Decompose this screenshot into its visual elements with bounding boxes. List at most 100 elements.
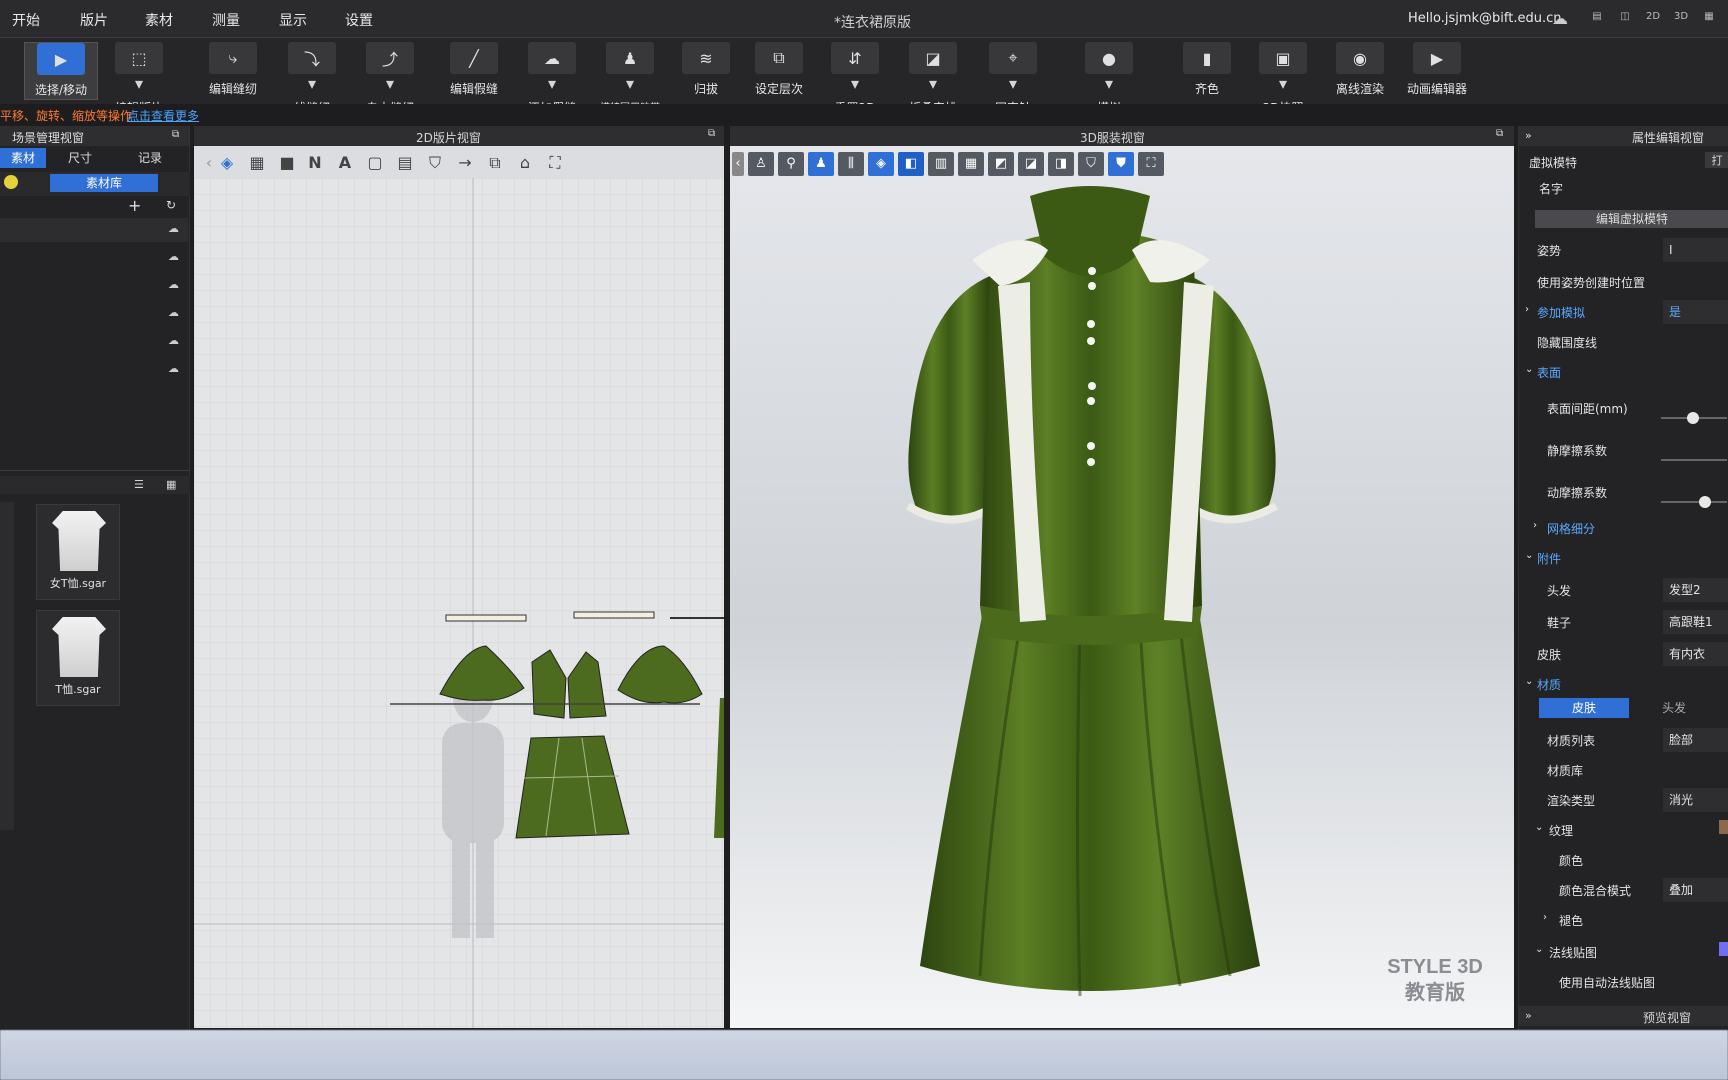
toolbar-tool-2[interactable]: ⤷ 编辑缝纫: [196, 42, 270, 100]
fill-icon[interactable]: ■: [276, 152, 298, 174]
avatar-display-icon[interactable]: ♙: [748, 152, 774, 176]
tip-link[interactable]: 点击查看更多: [127, 107, 199, 124]
chevron-down-icon[interactable]: ▾: [626, 74, 634, 93]
shade-alt-icon[interactable]: ◪: [1018, 152, 1044, 176]
layout-split-icon[interactable]: ◫: [1616, 11, 1634, 27]
layout-2d-button[interactable]: 2D: [1644, 11, 1662, 27]
simulate-field[interactable]: 是: [1663, 300, 1728, 324]
toolbar-tool-12[interactable]: ⌖▾固定针: [976, 42, 1050, 115]
pose-field[interactable]: I: [1663, 238, 1728, 262]
cloud-icon[interactable]: ☁: [1552, 9, 1568, 28]
shade-icon[interactable]: ◩: [988, 152, 1014, 176]
menu-start[interactable]: 开始: [12, 10, 40, 30]
tab-hair[interactable]: 头发: [1629, 698, 1719, 718]
restore-icon[interactable]: ⧉: [1496, 128, 1503, 139]
cloud-icon[interactable]: ☁: [168, 334, 179, 347]
chevron-down-icon[interactable]: ⌄: [1525, 364, 1533, 375]
slider-knob[interactable]: [1687, 412, 1699, 424]
surface-distance-slider[interactable]: [1661, 412, 1727, 424]
pattern-2d-view[interactable]: 2D版片视窗 ⧉ ‹ ◈ ▦ ■ N A ▢ ▤ ⛉ → ⧉ ⌂ ⛶: [194, 126, 724, 1028]
user-email[interactable]: Hello.jsjmk@bift.edu.cn: [1408, 11, 1562, 26]
shoes-field[interactable]: 高跟鞋1: [1663, 610, 1728, 634]
toolbar-tool-14[interactable]: ▮ 齐色: [1170, 42, 1244, 100]
toolbar-tool-1[interactable]: ⬚▾编辑版片: [102, 42, 176, 115]
chevron-down-icon[interactable]: ▾: [1009, 74, 1017, 93]
pin-icon[interactable]: ⌂: [514, 152, 536, 174]
sort-icon[interactable]: ☰: [134, 478, 144, 491]
hair-field[interactable]: 发型2: [1663, 578, 1728, 602]
add-icon[interactable]: +: [128, 196, 141, 215]
toolbar-tool-9[interactable]: ⧉ 设定层次: [742, 42, 816, 100]
tab-history[interactable]: 记录: [130, 148, 170, 168]
chevron-right-icon[interactable]: ›: [1543, 912, 1547, 923]
library-button[interactable]: 素材库: [50, 174, 158, 192]
cloud-icon[interactable]: ☁: [168, 250, 179, 263]
toolbar-tool-17[interactable]: ▶ 动画编辑器: [1400, 42, 1474, 100]
layout-single-icon[interactable]: ▤: [1588, 11, 1606, 27]
dynamic-friction-slider[interactable]: [1661, 496, 1727, 508]
frame-icon[interactable]: ▢: [364, 152, 386, 174]
toolbar-tool-11[interactable]: ◪▾折叠安排: [896, 42, 970, 115]
texture-icon[interactable]: ◈: [868, 152, 894, 176]
skin-field[interactable]: 有内衣: [1663, 642, 1728, 666]
file-thumbnail[interactable]: 女T恤.sgar: [36, 504, 120, 600]
grid-icon[interactable]: ▦: [958, 152, 984, 176]
garment-icon[interactable]: ⛉: [424, 152, 446, 174]
normal-map-swatch[interactable]: [1719, 942, 1728, 956]
fit-icon[interactable]: ⛶: [1138, 152, 1164, 176]
tab-skin[interactable]: 皮肤: [1539, 698, 1629, 718]
edit-avatar-button[interactable]: 编辑虚拟模特: [1535, 210, 1728, 228]
restore-icon[interactable]: ⧉: [708, 128, 715, 139]
tab-material[interactable]: 素材: [0, 148, 46, 168]
chevron-down-icon[interactable]: ⌄: [1535, 944, 1543, 955]
toolbar-tool-3[interactable]: ⤵▾线缝纫: [275, 42, 349, 115]
xray-icon[interactable]: ♟: [808, 152, 834, 176]
tab-size[interactable]: 尺寸: [60, 148, 100, 168]
chevron-down-icon[interactable]: ▾: [135, 74, 143, 93]
solid-icon[interactable]: ◨: [1048, 152, 1074, 176]
material-list-field[interactable]: 脸部: [1663, 728, 1728, 752]
grid-view-icon[interactable]: ▦: [166, 478, 176, 491]
toolbar-tool-0[interactable]: ▶ 选择/移动: [24, 42, 98, 100]
chevron-down-icon[interactable]: ▾: [929, 74, 937, 93]
render-type-field[interactable]: 消光: [1663, 788, 1728, 812]
shirt-icon[interactable]: ⛉: [1078, 152, 1104, 176]
toolbar-tool-16[interactable]: ◉ 离线渲染: [1323, 42, 1397, 100]
toolbar-tool-6[interactable]: ☁▾添加假缝: [515, 42, 589, 115]
file-thumbnail[interactable]: T恤.sgar: [36, 610, 120, 706]
chevron-down-icon[interactable]: ▾: [1105, 74, 1113, 93]
chevron-down-icon[interactable]: ▾: [386, 74, 394, 93]
garment-3d-view[interactable]: 3D服装视窗 ⧉ ‹ ♙ ⚲ ♟ ⫼ ◈ ◧ ▥ ▦ ◩ ◪ ◨ ⛉ ⛊ ⛶ S…: [730, 126, 1514, 1028]
skeleton-icon[interactable]: ⚲: [778, 152, 804, 176]
menu-display[interactable]: 显示: [279, 10, 307, 30]
grading-icon[interactable]: ▤: [394, 152, 416, 174]
texture-swatch[interactable]: [1719, 820, 1728, 834]
collapse-icon[interactable]: »: [1525, 129, 1532, 142]
toolbar-tool-13[interactable]: ●▾模拟: [1072, 42, 1146, 115]
garment-icon[interactable]: ⛊: [1108, 152, 1134, 176]
chevron-down-icon[interactable]: ⌄: [1525, 550, 1533, 561]
layers-icon[interactable]: ⧉: [484, 152, 506, 174]
static-friction-slider[interactable]: [1661, 459, 1727, 461]
collapse-icon[interactable]: »: [1525, 1009, 1532, 1022]
dress-render[interactable]: [880, 186, 1300, 1006]
cloud-icon[interactable]: ☁: [168, 362, 179, 375]
notch-text-icon[interactable]: N: [304, 152, 326, 174]
surface-icon[interactable]: ◧: [898, 152, 924, 176]
fit-icon[interactable]: ⛶: [544, 152, 566, 174]
toolbar-tool-7[interactable]: ♟▾模特圆周胶带: [593, 42, 667, 114]
chevron-down-icon[interactable]: ⌄: [1525, 676, 1533, 687]
mesh-icon[interactable]: ▥: [928, 152, 954, 176]
list-item-selected[interactable]: [0, 218, 188, 242]
toolbar-tool-8[interactable]: ≋ 归拔: [669, 42, 743, 100]
chevron-down-icon[interactable]: ▾: [851, 74, 859, 93]
cloud-icon[interactable]: ☁: [168, 278, 179, 291]
chevron-right-icon[interactable]: ›: [1525, 304, 1529, 315]
text-icon[interactable]: A: [334, 152, 356, 174]
measure-icon[interactable]: ⫼: [838, 152, 864, 176]
layout-3d-button[interactable]: 3D: [1672, 11, 1690, 27]
open-button[interactable]: 打: [1705, 152, 1728, 168]
cloud-icon[interactable]: ☁: [168, 306, 179, 319]
menu-measure[interactable]: 测量: [212, 10, 240, 30]
chevron-right-icon[interactable]: ›: [1533, 520, 1537, 531]
